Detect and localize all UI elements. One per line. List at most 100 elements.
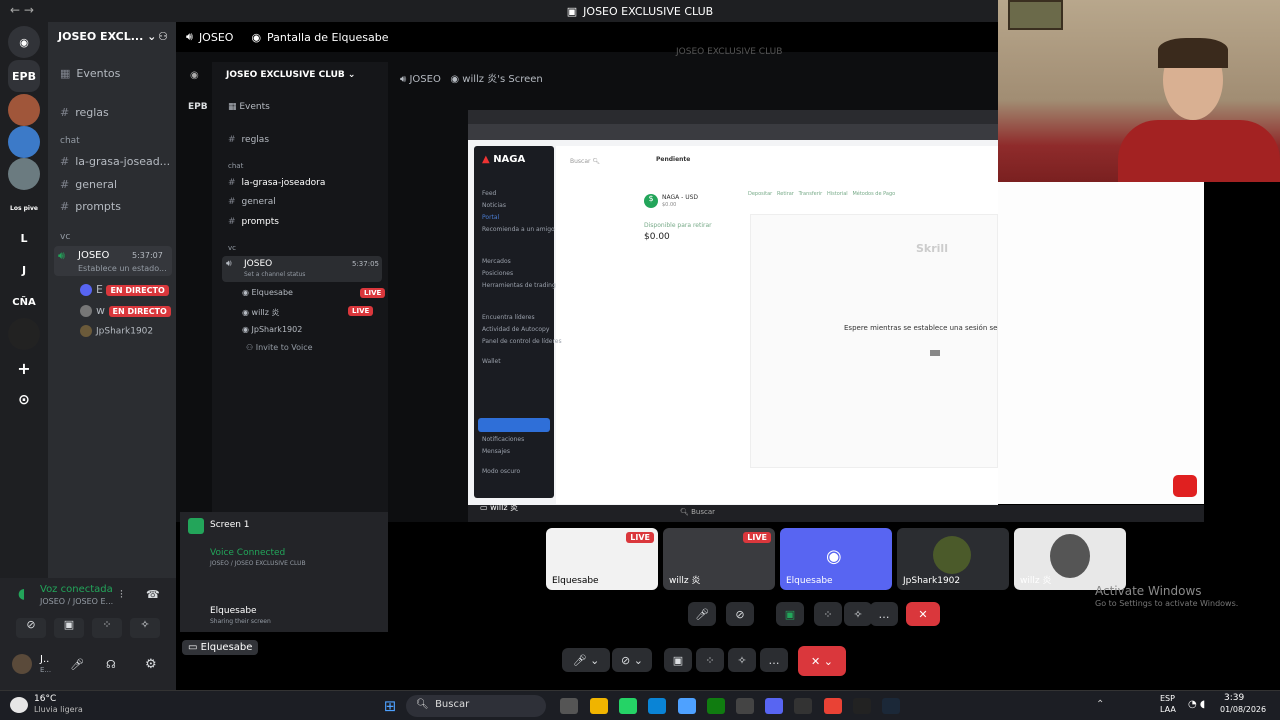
taskbar-search[interactable]: 🔍︎ Buscar [406,695,546,717]
naga-waiting-text: Espere mientras se establece una sesión … [844,324,1021,332]
activities-icon[interactable]: ⁘ [814,602,842,626]
soundboard-icon[interactable]: ✧ [130,618,160,638]
store-icon[interactable] [736,698,754,714]
channel-la-grasa[interactable]: # la-grasa-josead... [60,155,170,168]
discover-icon[interactable]: ⊙ [8,384,40,416]
disconnect-button[interactable]: ✕ [906,602,940,626]
discord-home-icon[interactable]: ◉ [8,26,40,58]
task-view-icon[interactable] [560,698,578,714]
events-item[interactable]: ▦ Eventos [60,67,120,80]
xbox-icon[interactable] [707,698,725,714]
window-title: JOSEO EXCLUSIVE CLUB [583,4,714,18]
hash-icon: # [228,135,236,145]
server-avatar-2[interactable] [8,126,40,158]
member-e[interactable]: E EN DIRECTO [80,283,169,296]
screen-share-button[interactable]: ▣ [664,648,692,672]
naga-main: Buscar 🔍︎ Pendiente $ NAGA - USD $0.00 D… [556,146,1020,504]
channel-general[interactable]: # general [60,178,117,191]
windows-start-icon[interactable]: ⊞ [381,697,399,715]
inner-vc-joseo: 🔊︎ JOSEO 5:37:05 Set a channel status [222,256,382,282]
server-header[interactable]: JOSEO EXCL... ⌄ ⚇ [58,30,168,43]
tile-willz[interactable]: willz 炎 [1014,528,1126,590]
discord-icon[interactable] [765,698,783,714]
channel-prompts[interactable]: # prompts [60,200,121,213]
tile-jpshark[interactable]: JpShark1902 [897,528,1009,590]
server-l[interactable]: L [8,222,40,254]
inner-member-elquesabe: ◉ Elquesabe [242,288,293,297]
naga-active-item [478,418,550,432]
clock-time[interactable]: 3:39 [1224,693,1244,703]
mic-button[interactable]: 🎤︎ ⌄ [562,648,610,672]
server-cna[interactable]: CÑA [8,286,40,318]
add-server-icon[interactable]: + [8,352,40,384]
avatar [1050,534,1090,578]
chevron-down-icon: ⌄ [147,30,157,43]
camera-off-icon[interactable]: ⊘ [726,602,754,626]
leave-stream-button[interactable]: ✕ ⌄ [798,646,846,676]
category-vc[interactable]: vc [60,232,70,242]
channel-reglas[interactable]: # reglas [60,106,109,119]
soundboard-icon[interactable]: ✧ [844,602,872,626]
voice-status-label: Voz conectada [40,584,113,595]
clock-date[interactable]: 01/08/2026 [1220,705,1266,714]
region-indicator: LAA [1160,705,1176,714]
screen-icon [188,518,204,534]
tile-elquesabe-stream[interactable]: LIVE Elquesabe [546,528,658,590]
edge-icon[interactable] [648,698,666,714]
whatsapp-icon[interactable] [619,698,637,714]
steam-icon[interactable] [882,698,900,714]
mic-icon[interactable]: 🎤︎ [688,602,716,626]
activities-button[interactable]: ⁘ [696,648,724,672]
voice-channel-joseo[interactable]: 🔊︎ JOSEO 5:37:07 Establece un estado... [54,246,172,276]
hash-icon: # [228,178,236,188]
mic-icon[interactable]: 🎤︎ [70,658,84,671]
server-avatar-4[interactable] [8,318,40,350]
naga-menu-item: Encuentra líderes [482,314,535,321]
server-epb[interactable]: EPB [8,60,40,92]
member-w[interactable]: w EN DIRECTO [80,304,171,317]
lang-indicator[interactable]: ESP [1160,694,1175,703]
hash-icon: # [60,200,70,213]
server-avatar-1[interactable] [8,94,40,126]
server-j[interactable]: J [8,254,40,286]
avatar[interactable] [12,654,32,674]
share-screen-icon[interactable]: ▣ [776,602,804,626]
more-icon[interactable]: … [870,602,898,626]
member-jpshark[interactable]: JpShark1902 [80,325,153,337]
category-chat[interactable]: chat [60,136,80,146]
tray-chevron-icon[interactable]: ⌃ [1096,699,1104,710]
wifi-volume-icons[interactable]: ◔ ◖ [1188,699,1205,710]
weather-icon [10,697,28,713]
naga-menu-item: Panel de control de líderes [482,338,562,345]
tile-elquesabe[interactable]: ◉ Elquesabe [780,528,892,590]
soundboard-button[interactable]: ✧ [728,648,756,672]
disconnect-icon[interactable]: ☎︎ [146,588,160,601]
gear-icon[interactable]: ⚙︎ [145,657,157,672]
server-lospive[interactable]: Los pive [8,192,40,224]
github-icon[interactable] [794,698,812,714]
server-avatar-3[interactable] [8,158,40,190]
inner-member-jpshark: ◉ JpShark1902 [242,325,303,334]
chrome-profile-icon[interactable] [824,698,842,714]
obs-icon[interactable] [853,698,871,714]
wall-picture [1008,0,1063,30]
calendar-icon: ▦ [60,67,71,80]
tile-willz-stream[interactable]: LIVE willz 炎 [663,528,775,590]
screen-share-icon[interactable]: ▣ [54,618,84,638]
browser-tabs [468,110,998,124]
headphones-icon[interactable]: ☊ [106,658,116,671]
activities-icon[interactable]: ⁘ [92,618,122,638]
chrome-icon[interactable] [678,698,696,714]
avatar [80,305,92,317]
inner-rail-epb: EPB [188,102,208,112]
camera-button[interactable]: ⊘ ⌄ [612,648,652,672]
webcam-feed [998,0,1280,182]
voice-status-sub: JOSEO / JOSEO E... [40,597,114,606]
back-forward-icon[interactable]: ← → [10,3,34,17]
camera-off-icon[interactable]: ⊘ [16,618,46,638]
noise-suppression-icon[interactable]: ⫶ [120,588,123,602]
add-member-icon[interactable]: ⚇ [158,30,168,43]
file-explorer-icon[interactable] [590,698,608,714]
more-button[interactable]: … [760,648,788,672]
discord-avatar-icon: ◉ [826,546,842,567]
